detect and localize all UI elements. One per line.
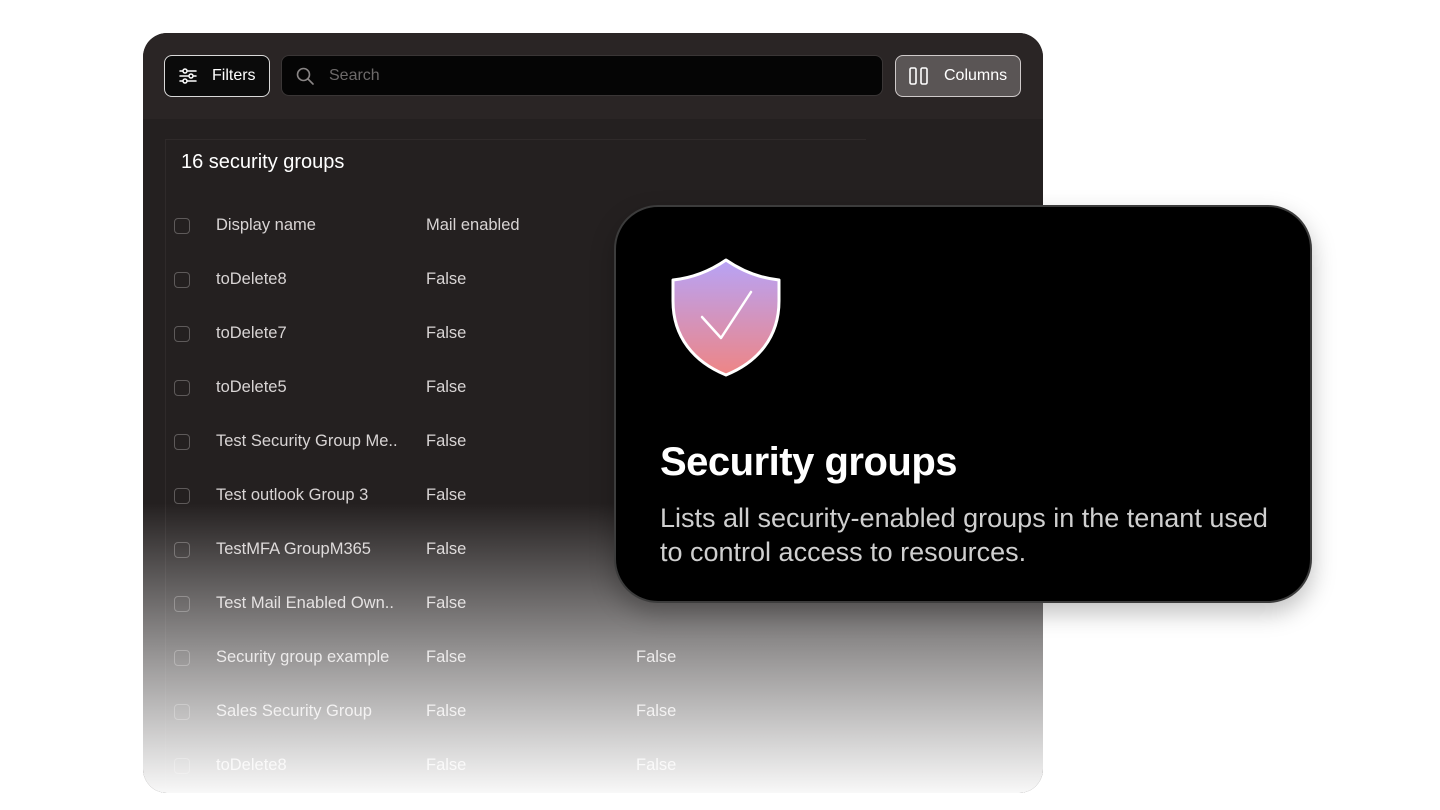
group-display-name: toDelete8 [216,270,287,288]
sliders-icon [179,68,197,84]
select-all-checkbox[interactable] [174,218,190,234]
mail-enabled-value: False [426,756,467,774]
row-checkbox[interactable] [174,704,190,720]
filters-button[interactable]: Filters [164,55,270,97]
row-checkbox[interactable] [174,542,190,558]
mail-enabled-value: False [426,594,467,612]
group-display-name: Sales Security Group [216,702,372,720]
row-checkbox[interactable] [174,434,190,450]
toolbar: Filters Columns [143,33,1043,119]
row-checkbox[interactable] [174,758,190,774]
group-display-name: Test Mail Enabled Own.. [216,594,394,612]
security-groups-info-card: Security groups Lists all security-enabl… [614,205,1312,603]
group-display-name: TestMFA GroupM365 [216,540,371,558]
mail-enabled-value: False [426,486,467,504]
shield-check-icon [671,258,781,377]
group-display-name: toDelete5 [216,378,287,396]
third-column-value: False [636,702,677,720]
group-count: 16 security groups [181,151,345,173]
mail-enabled-value: False [426,702,467,720]
group-display-name: Security group example [216,648,390,666]
row-checkbox[interactable] [174,326,190,342]
columns-icon [909,67,928,85]
card-description: Lists all security-enabled groups in the… [660,503,1268,567]
filters-label: Filters [212,67,256,84]
mail-enabled-value: False [426,378,467,396]
column-header-display-name[interactable]: Display name [216,216,316,235]
row-checkbox[interactable] [174,650,190,666]
search-box [281,55,883,96]
third-column-value: False [636,756,677,774]
table-row[interactable]: Sales Security Group False False [166,687,866,741]
row-checkbox[interactable] [174,488,190,504]
group-display-name: Test outlook Group 3 [216,486,369,504]
mail-enabled-value: False [426,270,467,288]
card-title: Security groups [660,440,958,484]
mail-enabled-value: False [426,648,467,666]
table-row[interactable]: toDelete8 False False [166,741,866,793]
row-checkbox[interactable] [174,272,190,288]
third-column-value: False [636,648,677,666]
search-input[interactable] [327,65,882,86]
mail-enabled-value: False [426,432,467,450]
column-header-mail-enabled[interactable]: Mail enabled [426,216,520,235]
mail-enabled-value: False [426,324,467,342]
group-display-name: toDelete7 [216,324,287,342]
group-display-name: toDelete8 [216,756,287,774]
columns-button[interactable]: Columns [895,55,1021,97]
row-checkbox[interactable] [174,596,190,612]
search-icon [296,67,314,85]
columns-label: Columns [944,67,1008,84]
table-row[interactable]: Security group example False False [166,633,866,687]
mail-enabled-value: False [426,540,467,558]
row-checkbox[interactable] [174,380,190,396]
group-display-name: Test Security Group Me.. [216,432,398,450]
